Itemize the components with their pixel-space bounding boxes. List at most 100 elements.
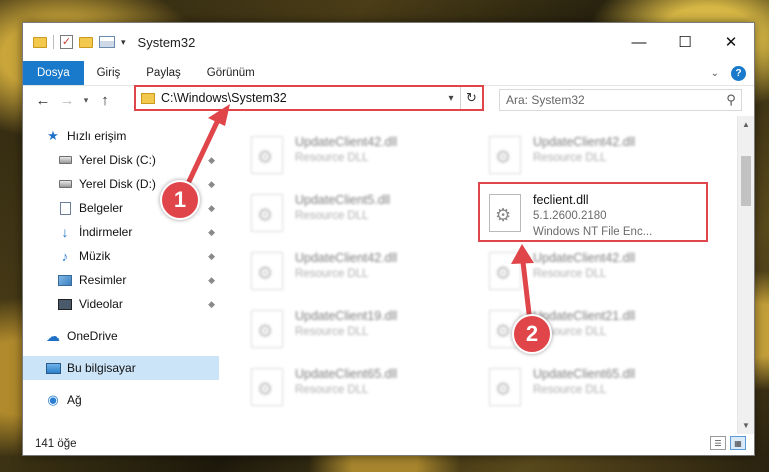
sidebar-item-quick-access[interactable]: ★ Hızlı erişim bbox=[23, 124, 219, 148]
sidebar-item-music[interactable]: ♪ Müzik ◆ bbox=[23, 244, 219, 268]
music-note-icon: ♪ bbox=[61, 248, 69, 264]
sidebar-item-this-pc[interactable]: Bu bilgisayar bbox=[23, 356, 219, 380]
file-name: UpdateClient42.dll bbox=[533, 251, 636, 265]
file-description: Resource DLL bbox=[533, 384, 607, 396]
sidebar-item-videos[interactable]: Videolar ◆ bbox=[23, 292, 219, 316]
file-item[interactable]: ⚙ UpdateClient42.dll Resource DLL bbox=[247, 248, 457, 298]
sidebar-item-downloads[interactable]: ↓ İndirmeler ◆ bbox=[23, 220, 219, 244]
file-item[interactable]: ⚙ UpdateClient65.dll Resource DLL bbox=[247, 364, 457, 414]
minimize-button[interactable]: — bbox=[616, 23, 662, 61]
properties-check-icon[interactable]: ✓ bbox=[60, 35, 73, 49]
gear-icon: ⚙ bbox=[257, 147, 274, 167]
large-icons-view-icon[interactable]: ▦ bbox=[730, 436, 746, 450]
file-item[interactable]: ⚙ UpdateClient65.dll Resource DLL bbox=[485, 364, 695, 414]
search-icon[interactable]: ⚲ bbox=[721, 92, 741, 108]
file-meta: UpdateClient42.dll Resource DLL bbox=[525, 132, 635, 166]
details-view-icon[interactable]: ☰ bbox=[710, 436, 726, 450]
document-icon bbox=[57, 201, 73, 215]
file-item[interactable]: ⚙ UpdateClient42.dll Resource DLL bbox=[247, 132, 457, 182]
status-bar: 141 öğe ☰ ▦ bbox=[23, 433, 754, 455]
vertical-scrollbar[interactable]: ▲ ▼ bbox=[737, 116, 754, 434]
file-item[interactable]: ⚙ UpdateClient5.dll Resource DLL bbox=[247, 190, 457, 240]
file-name: UpdateClient65.dll bbox=[533, 367, 636, 381]
file-meta: UpdateClient42.dll Resource DLL bbox=[525, 248, 635, 282]
maximize-button[interactable]: ☐ bbox=[662, 23, 708, 61]
main-content: ★ Hızlı erişim Yerel Disk (C:) ◆ Yerel D… bbox=[23, 116, 754, 434]
refresh-icon[interactable]: ↻ bbox=[460, 87, 482, 109]
sidebar-item-network[interactable]: ◉ Ağ bbox=[23, 388, 219, 412]
file-description: Resource DLL bbox=[295, 326, 369, 338]
sidebar-item-onedrive[interactable]: ☁ OneDrive bbox=[23, 324, 219, 348]
address-dropdown-chevron-icon[interactable]: ▾ bbox=[442, 93, 460, 104]
expand-ribbon-chevron-icon[interactable]: ⌄ bbox=[711, 68, 719, 79]
up-arrow-icon[interactable]: ↑ bbox=[93, 92, 117, 109]
sidebar-item-label: Bu bilgisayar bbox=[67, 361, 136, 375]
file-meta: UpdateClient65.dll Resource DLL bbox=[525, 364, 635, 398]
toolbar-separator bbox=[53, 35, 54, 49]
sidebar-item-label: Yerel Disk (C:) bbox=[79, 153, 156, 167]
file-description: Resource DLL bbox=[533, 152, 607, 164]
dll-icon: ⚙ bbox=[489, 252, 521, 290]
forward-arrow-icon[interactable]: → bbox=[55, 92, 79, 109]
properties-icon[interactable] bbox=[99, 36, 115, 48]
file-description: Resource DLL bbox=[533, 268, 607, 280]
file-item[interactable]: ⚙ UpdateClient42.dll Resource DLL bbox=[485, 248, 695, 298]
file-name: UpdateClient42.dll bbox=[533, 135, 636, 149]
pin-icon[interactable]: ◆ bbox=[208, 227, 215, 238]
window-controls: — ☐ ✕ bbox=[616, 23, 754, 61]
file-name: UpdateClient19.dll bbox=[295, 309, 398, 323]
tab-view[interactable]: Görünüm bbox=[194, 61, 268, 85]
folder-icon bbox=[141, 92, 155, 104]
computer-icon bbox=[45, 361, 61, 375]
file-name: UpdateClient65.dll bbox=[295, 367, 398, 381]
help-icon[interactable]: ? bbox=[731, 65, 746, 81]
tab-file[interactable]: Dosya bbox=[23, 61, 84, 85]
back-arrow-icon[interactable]: ← bbox=[31, 92, 55, 109]
search-box[interactable]: Ara: System32 ⚲ bbox=[499, 89, 742, 111]
address-bar[interactable]: C:\Windows\System32 ▾ ↻ bbox=[134, 85, 484, 111]
sidebar-item-pictures[interactable]: Resimler ◆ bbox=[23, 268, 219, 292]
dll-icon: ⚙ bbox=[489, 368, 521, 406]
tab-share[interactable]: Paylaş bbox=[133, 61, 194, 85]
file-meta: UpdateClient5.dll Resource DLL bbox=[287, 190, 390, 224]
dll-icon: ⚙ bbox=[251, 136, 283, 174]
pin-icon[interactable]: ◆ bbox=[208, 275, 215, 286]
sidebar-item-label: Yerel Disk (D:) bbox=[79, 177, 156, 191]
file-description: Resource DLL bbox=[295, 152, 369, 164]
scroll-down-icon[interactable]: ▼ bbox=[738, 417, 754, 434]
network-icon: ◉ bbox=[47, 392, 59, 407]
scroll-up-icon[interactable]: ▲ bbox=[738, 116, 754, 133]
gear-icon: ⚙ bbox=[495, 147, 512, 167]
customize-toolbar-chevron-icon[interactable]: ▾ bbox=[121, 37, 126, 48]
navigation-pane: ★ Hızlı erişim Yerel Disk (C:) ◆ Yerel D… bbox=[23, 116, 219, 434]
sidebar-item-label: Ağ bbox=[67, 393, 82, 407]
item-count: 141 öğe bbox=[35, 438, 77, 450]
pin-icon[interactable]: ◆ bbox=[208, 179, 215, 190]
film-icon bbox=[57, 297, 73, 311]
scrollbar-thumb[interactable] bbox=[741, 156, 751, 206]
window-title: System32 bbox=[137, 34, 196, 50]
picture-icon bbox=[57, 273, 73, 287]
drive-icon bbox=[57, 153, 73, 167]
new-folder-icon[interactable] bbox=[79, 36, 93, 48]
pin-icon[interactable]: ◆ bbox=[208, 155, 215, 166]
file-description: Resource DLL bbox=[295, 268, 369, 280]
file-meta: UpdateClient65.dll Resource DLL bbox=[287, 364, 397, 398]
close-button[interactable]: ✕ bbox=[708, 23, 754, 61]
recent-locations-chevron-icon[interactable]: ▾ bbox=[79, 95, 93, 106]
address-path[interactable]: C:\Windows\System32 bbox=[161, 91, 442, 105]
sidebar-item-local-disk-c[interactable]: Yerel Disk (C:) ◆ bbox=[23, 148, 219, 172]
star-icon: ★ bbox=[47, 128, 59, 143]
tab-home[interactable]: Giriş bbox=[84, 61, 134, 85]
file-item[interactable]: ⚙ UpdateClient19.dll Resource DLL bbox=[247, 306, 457, 356]
gear-icon: ⚙ bbox=[495, 263, 512, 283]
pin-icon[interactable]: ◆ bbox=[208, 251, 215, 262]
dll-icon: ⚙ bbox=[251, 310, 283, 348]
dll-file-icon: ⚙ bbox=[247, 248, 287, 294]
file-item[interactable]: ⚙ UpdateClient42.dll Resource DLL bbox=[485, 132, 695, 182]
pin-icon[interactable]: ◆ bbox=[208, 203, 215, 214]
sidebar-item-label: OneDrive bbox=[67, 329, 118, 343]
file-name: UpdateClient42.dll bbox=[295, 135, 398, 149]
dll-icon: ⚙ bbox=[489, 136, 521, 174]
pin-icon[interactable]: ◆ bbox=[208, 299, 215, 310]
